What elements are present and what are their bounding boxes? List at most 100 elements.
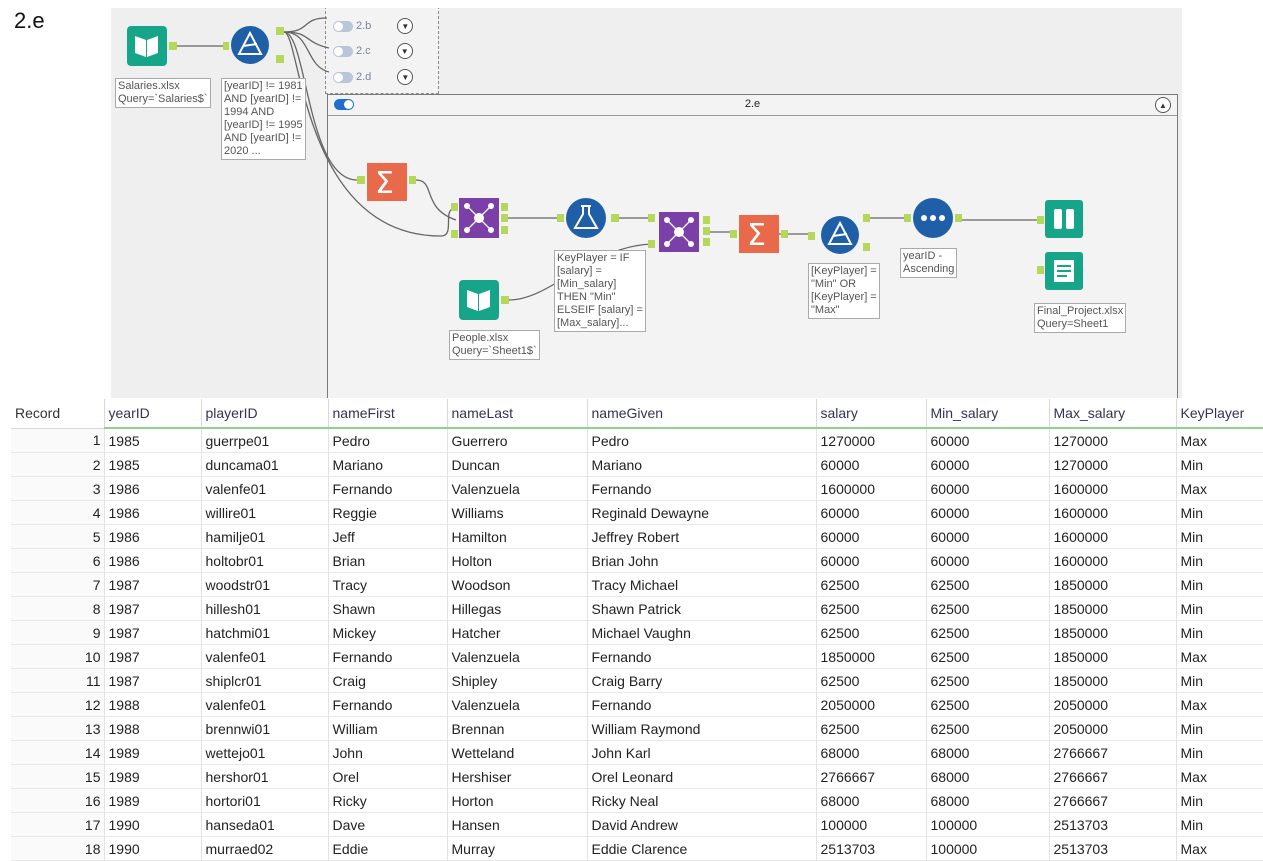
table-cell[interactable]: valenfe01 xyxy=(201,476,329,501)
table-cell[interactable]: Reginald Dewayne xyxy=(587,500,817,525)
table-cell[interactable]: Min xyxy=(1176,668,1263,693)
table-cell[interactable]: 60000 xyxy=(926,476,1050,501)
table-cell[interactable]: 62500 xyxy=(926,596,1050,621)
table-cell[interactable]: 1600000 xyxy=(1049,500,1177,525)
table-cell[interactable]: 68000 xyxy=(816,740,927,765)
table-cell[interactable]: 2766667 xyxy=(1049,740,1177,765)
table-cell[interactable]: Hershiser xyxy=(447,764,588,789)
table-cell[interactable]: 1600000 xyxy=(1049,524,1177,549)
table-cell[interactable]: Hansen xyxy=(447,812,588,837)
table-cell[interactable]: 1986 xyxy=(104,524,202,549)
table-cell[interactable]: 1990 xyxy=(104,812,202,837)
table-row[interactable]: 3 1986 valenfe01 Fernando Valenzuela Fernando… xyxy=(11,476,1263,501)
table-cell[interactable]: 1850000 xyxy=(1049,644,1177,669)
table-cell[interactable]: duncama01 xyxy=(201,452,329,477)
table-cell[interactable]: 2766667 xyxy=(1049,764,1177,789)
table-cell[interactable]: 60000 xyxy=(926,452,1050,477)
table-cell[interactable]: Guerrero xyxy=(447,428,588,453)
table-cell[interactable]: 1986 xyxy=(104,476,202,501)
table-cell[interactable]: Jeffrey Robert xyxy=(587,524,817,549)
table-cell[interactable]: 100000 xyxy=(816,812,927,837)
table-cell[interactable]: Min xyxy=(1176,524,1263,549)
table-cell[interactable]: 1270000 xyxy=(1049,452,1177,477)
table-cell[interactable]: 1987 xyxy=(104,668,202,693)
table-row[interactable]: 11 1987 shiplcr01 Craig Shipley Craig Barry 62… xyxy=(11,668,1263,693)
table-cell[interactable]: 1987 xyxy=(104,644,202,669)
table-cell[interactable]: Shipley xyxy=(447,668,588,693)
table-cell[interactable]: 2513703 xyxy=(1049,812,1177,837)
table-cell[interactable]: 1987 xyxy=(104,596,202,621)
record-cell[interactable]: 6 xyxy=(11,548,105,573)
table-cell[interactable]: 1986 xyxy=(104,500,202,525)
table-cell[interactable]: Orel Leonard xyxy=(587,764,817,789)
table-cell[interactable]: 60000 xyxy=(816,452,927,477)
record-cell[interactable]: 15 xyxy=(11,764,105,789)
table-cell[interactable]: 1987 xyxy=(104,620,202,645)
table-cell[interactable]: 100000 xyxy=(926,836,1050,861)
table-cell[interactable]: 60000 xyxy=(816,524,927,549)
column-header[interactable]: nameGiven xyxy=(587,399,817,429)
table-cell[interactable]: Fernando xyxy=(587,644,817,669)
table-cell[interactable]: 1987 xyxy=(104,572,202,597)
column-header[interactable]: Min_salary xyxy=(926,399,1050,429)
table-cell[interactable]: 62500 xyxy=(816,716,927,741)
table-cell[interactable]: hatchmi01 xyxy=(201,620,329,645)
column-header[interactable]: playerID xyxy=(201,399,329,429)
table-cell[interactable]: 60000 xyxy=(926,548,1050,573)
table-cell[interactable]: Min xyxy=(1176,620,1263,645)
table-cell[interactable]: 62500 xyxy=(926,716,1050,741)
table-cell[interactable]: Max xyxy=(1176,476,1263,501)
table-cell[interactable]: Shawn Patrick xyxy=(587,596,817,621)
workflow-canvas[interactable]: 2.b ▼ 2.c ▼ 2.d ▼ 2.e ▲ Σ Σ Salaries.xls… xyxy=(111,8,1182,398)
table-row[interactable]: 15 1989 hershor01 Orel Hershiser Orel Leonard… xyxy=(11,764,1263,789)
table-cell[interactable]: Brian John xyxy=(587,548,817,573)
table-row[interactable]: 9 1987 hatchmi01 Mickey Hatcher Michael Vaugh… xyxy=(11,620,1263,645)
record-cell[interactable]: 3 xyxy=(11,476,105,501)
table-cell[interactable]: Min xyxy=(1176,548,1263,573)
table-cell[interactable]: hershor01 xyxy=(201,764,329,789)
table-cell[interactable]: 2050000 xyxy=(1049,716,1177,741)
table-cell[interactable]: 1850000 xyxy=(1049,596,1177,621)
table-cell[interactable]: Michael Vaughn xyxy=(587,620,817,645)
table-cell[interactable]: Wetteland xyxy=(447,740,588,765)
table-cell[interactable]: Max xyxy=(1176,836,1263,861)
record-cell[interactable]: 12 xyxy=(11,692,105,717)
table-cell[interactable]: 1989 xyxy=(104,740,202,765)
table-cell[interactable]: 62500 xyxy=(926,620,1050,645)
table-cell[interactable]: 2513703 xyxy=(816,836,927,861)
table-cell[interactable]: hanseda01 xyxy=(201,812,329,837)
table-cell[interactable]: Craig Barry xyxy=(587,668,817,693)
table-cell[interactable]: Murray xyxy=(447,836,588,861)
table-cell[interactable]: willire01 xyxy=(201,500,329,525)
table-cell[interactable]: 1989 xyxy=(104,788,202,813)
table-cell[interactable]: Valenzuela xyxy=(447,476,588,501)
table-cell[interactable]: William xyxy=(328,716,448,741)
table-cell[interactable]: 62500 xyxy=(926,692,1050,717)
table-cell[interactable]: Craig xyxy=(328,668,448,693)
record-cell[interactable]: 2 xyxy=(11,452,105,477)
table-cell[interactable]: Eddie Clarence xyxy=(587,836,817,861)
table-cell[interactable]: Mariano xyxy=(328,452,448,477)
table-cell[interactable]: Valenzuela xyxy=(447,692,588,717)
table-cell[interactable]: 60000 xyxy=(816,500,927,525)
table-cell[interactable]: valenfe01 xyxy=(201,644,329,669)
table-cell[interactable]: Shawn xyxy=(328,596,448,621)
table-cell[interactable]: 62500 xyxy=(816,620,927,645)
table-row[interactable]: 2 1985 duncama01 Mariano Duncan Mariano 60000 6… xyxy=(11,452,1263,477)
table-cell[interactable]: Fernando xyxy=(587,476,817,501)
table-cell[interactable]: 62500 xyxy=(926,572,1050,597)
record-cell[interactable]: 9 xyxy=(11,620,105,645)
table-cell[interactable]: David Andrew xyxy=(587,812,817,837)
table-cell[interactable]: 1850000 xyxy=(1049,620,1177,645)
column-header[interactable]: nameLast xyxy=(447,399,588,429)
table-cell[interactable]: 1986 xyxy=(104,548,202,573)
table-row[interactable]: 17 1990 hanseda01 Dave Hansen David Andrew 100… xyxy=(11,812,1263,837)
record-cell[interactable]: 13 xyxy=(11,716,105,741)
table-row[interactable]: 4 1986 willire01 Reggie Williams Reginald Dew… xyxy=(11,500,1263,525)
table-cell[interactable]: 2766667 xyxy=(1049,788,1177,813)
table-row[interactable]: 14 1989 wettejo01 John Wetteland John Karl 680… xyxy=(11,740,1263,765)
table-cell[interactable]: Orel xyxy=(328,764,448,789)
table-cell[interactable]: Mariano xyxy=(587,452,817,477)
table-cell[interactable]: Brian xyxy=(328,548,448,573)
record-cell[interactable]: 1 xyxy=(11,428,105,453)
